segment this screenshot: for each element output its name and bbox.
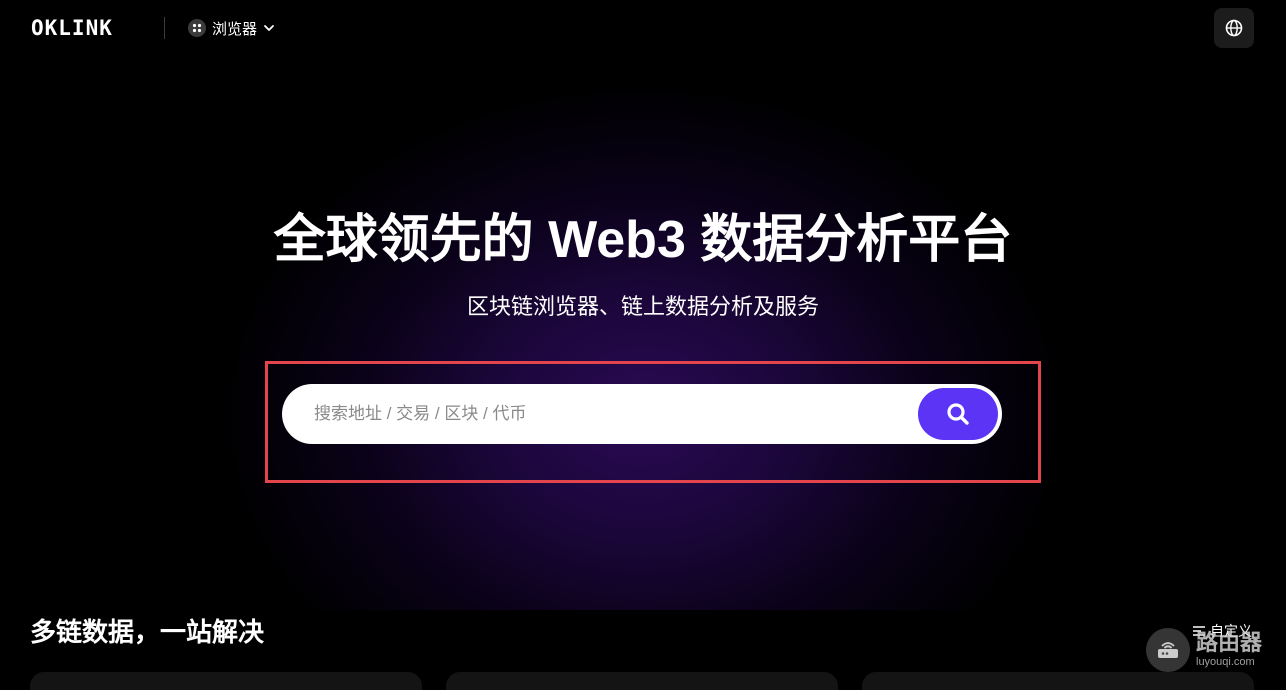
chain-card[interactable] [862, 672, 1254, 690]
chain-card[interactable] [30, 672, 422, 690]
chain-card[interactable] [446, 672, 838, 690]
explorer-menu[interactable]: 浏览器 [188, 16, 275, 40]
watermark: 路由器 luyouqi.com [1146, 628, 1262, 672]
search-button[interactable] [918, 388, 998, 440]
language-button[interactable] [1214, 8, 1254, 48]
search-icon [947, 403, 969, 425]
router-icon [1146, 628, 1190, 672]
search-input[interactable] [282, 384, 918, 444]
globe-icon [1225, 19, 1243, 37]
header-divider [164, 17, 165, 39]
watermark-main: 路由器 [1196, 630, 1263, 655]
grid-icon [188, 19, 206, 37]
top-navigation: OKLINK 浏览器 [0, 0, 1286, 56]
search-bar [282, 384, 1002, 444]
hero-title: 全球领先的 Web3 数据分析平台 [273, 211, 1013, 269]
explorer-menu-label: 浏览器 [212, 20, 258, 38]
hero-subtitle: 区块链浏览器、链上数据分析及服务 [466, 294, 819, 319]
oklink-logo[interactable]: OKLINK [31, 17, 113, 39]
section-title: 多链数据，一站解决 [30, 617, 265, 647]
chevron-down-icon [263, 22, 275, 34]
watermark-sub: luyouqi.com [1196, 656, 1255, 668]
